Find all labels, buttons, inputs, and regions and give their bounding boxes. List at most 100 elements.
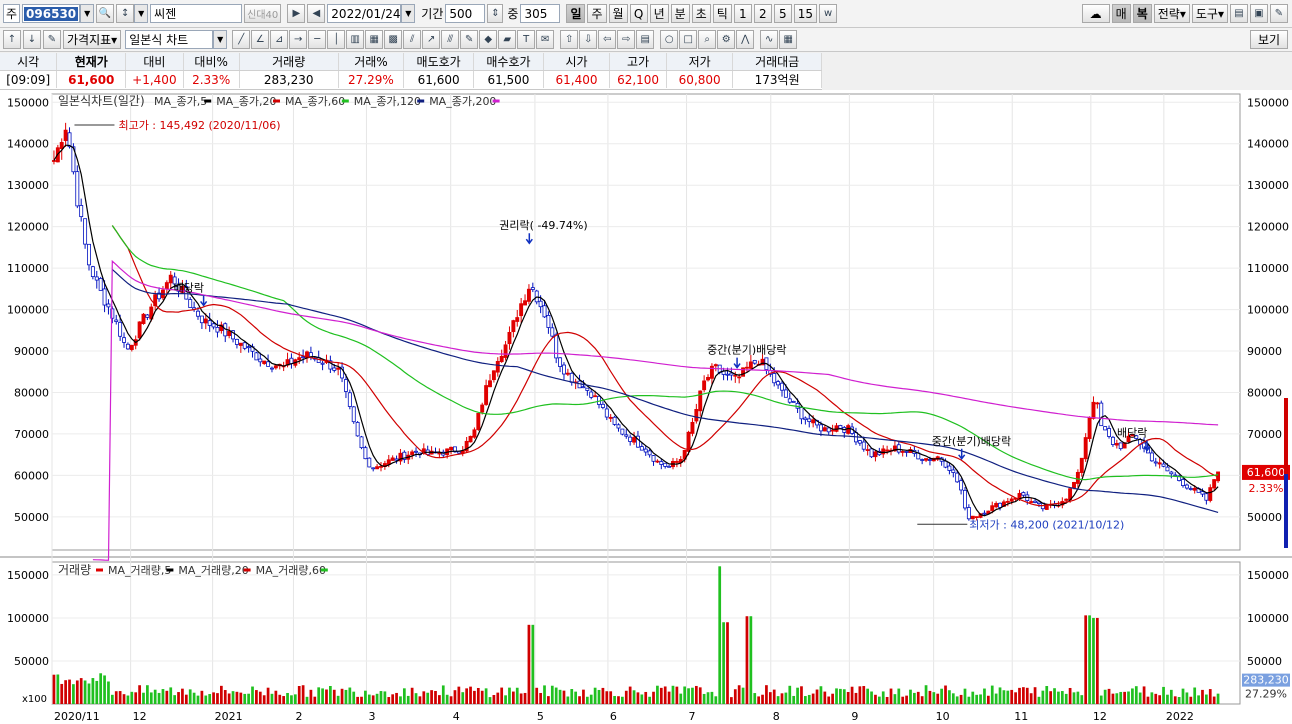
next-arrow-icon[interactable]: ▶ <box>287 4 306 23</box>
chart-type-select[interactable]: 일본식 차트 <box>125 30 214 49</box>
price-tick-label-right: 110000 <box>1247 262 1289 275</box>
zoom-tool-icon[interactable]: ⌕ <box>698 30 717 49</box>
date-dropdown-icon[interactable]: ▼ <box>401 4 416 23</box>
folder-icon[interactable]: ▤ <box>1230 4 1248 23</box>
calc-tool-icon[interactable]: ▦ <box>779 30 798 49</box>
volume-bar <box>679 693 683 704</box>
trend-tool-icon[interactable]: ⫽ <box>403 30 422 49</box>
candle-body <box>1033 500 1038 503</box>
timeframe-2[interactable]: 월 <box>608 4 628 23</box>
volume-bar <box>944 685 947 704</box>
timeframe-8[interactable]: 1 <box>733 4 752 23</box>
volume-bar <box>628 686 632 704</box>
buy-button[interactable]: 매 <box>1111 4 1131 23</box>
wave-icon[interactable]: w <box>819 4 838 23</box>
text-tool-icon[interactable]: T <box>517 30 536 49</box>
volume-bar <box>1006 690 1010 704</box>
volume-bar <box>959 694 963 704</box>
quote-value-6: 61,600 <box>403 70 475 88</box>
grid-tool-icon[interactable]: ▥ <box>346 30 365 49</box>
up-icon[interactable]: ↑ <box>3 30 21 49</box>
stock-name-field[interactable]: 씨젠 <box>150 4 243 23</box>
volume-bar <box>1115 693 1119 704</box>
main-toolbar: 주 096530 ▼ 🔍 ↕ ▼ 씨젠 신 대40 ▶ ◀ 2022/01/24 … <box>0 0 1292 28</box>
timeframe-5[interactable]: 분 <box>670 4 690 23</box>
parallel-tool-icon[interactable]: ⫻ <box>441 30 460 49</box>
left-tool-icon[interactable]: ⇦ <box>598 30 617 49</box>
volume-bar <box>461 692 465 704</box>
ray-tool-icon[interactable]: ↗ <box>422 30 441 49</box>
down-tool-icon[interactable]: ⇩ <box>579 30 598 49</box>
price-tick-label-right: 80000 <box>1247 386 1282 399</box>
prev-arrow-icon[interactable]: ◀ <box>307 4 326 23</box>
fib-tool-icon[interactable]: ▩ <box>384 30 403 49</box>
timeframe-10[interactable]: 5 <box>773 4 792 23</box>
pen-tool-icon[interactable]: ✎ <box>460 30 479 49</box>
rect-edit-tool-icon[interactable]: ▤ <box>636 30 655 49</box>
period-input[interactable]: 500 <box>445 4 486 23</box>
volume-bar <box>1138 692 1142 704</box>
volume-bar <box>718 566 722 704</box>
candle-body <box>628 436 633 442</box>
timeframe-4[interactable]: 년 <box>649 4 669 23</box>
color-tool-icon[interactable]: ◆ <box>479 30 498 49</box>
view-button[interactable]: 보기 <box>1250 30 1288 49</box>
indicator-button[interactable]: 가격지표 ▾ <box>63 30 122 49</box>
channel-tool-icon[interactable]: ▦ <box>365 30 384 49</box>
fan-tool-icon[interactable]: ⊿ <box>270 30 289 49</box>
cloud-icon[interactable]: ☁ <box>1081 4 1110 23</box>
timeframe-9[interactable]: 2 <box>753 4 772 23</box>
right-tool-icon[interactable]: ⇨ <box>617 30 636 49</box>
square-tool-icon[interactable]: □ <box>679 30 698 49</box>
circle-tool-icon[interactable]: ○ <box>660 30 679 49</box>
search-icon[interactable]: 🔍 <box>96 4 115 23</box>
fill-tool-icon[interactable]: ▰ <box>498 30 517 49</box>
timeframe-3[interactable]: Q <box>629 4 648 23</box>
note-tool-icon[interactable]: ✉ <box>536 30 555 49</box>
timeframe-1[interactable]: 주 <box>587 4 607 23</box>
stock-chart[interactable]: 2020/11 12 2021 2 3 4 5 6 7 8 9 10 11 12 2022 50000 5000… <box>0 90 1292 724</box>
sort-icon[interactable]: ↕ <box>116 4 135 23</box>
mountain-tool-icon[interactable]: ⋀ <box>736 30 755 49</box>
type-select[interactable]: 주 <box>3 4 21 23</box>
timeframe-7[interactable]: 틱 <box>712 4 732 23</box>
candle-body <box>706 377 710 381</box>
volume-bar <box>492 695 496 704</box>
up-tool-icon[interactable]: ⇧ <box>560 30 579 49</box>
edit-icon[interactable]: ✎ <box>43 30 61 49</box>
timeframe-11[interactable]: 15 <box>793 4 818 23</box>
line-tool-icon[interactable]: ╱ <box>232 30 251 49</box>
arrow-tool-icon[interactable]: → <box>289 30 308 49</box>
timeframe-0[interactable]: 일 <box>566 4 586 23</box>
timeframe-6[interactable]: 초 <box>691 4 711 23</box>
hline-tool-icon[interactable]: ─ <box>308 30 327 49</box>
mid-input[interactable]: 305 <box>520 4 561 23</box>
date-input[interactable]: 2022/01/24 <box>327 4 402 23</box>
down-icon[interactable]: ↓ <box>23 30 41 49</box>
vline-tool-icon[interactable]: │ <box>327 30 346 49</box>
strategy-button[interactable]: 전략 ▾ <box>1153 4 1190 23</box>
volume-bar <box>920 696 924 704</box>
candle-body <box>495 360 500 373</box>
quote-value-1: 61,600 <box>56 70 127 88</box>
dup-button[interactable]: 복 <box>1132 4 1152 23</box>
wave-tool-icon[interactable]: ∿ <box>760 30 779 49</box>
tools-button[interactable]: 도구 ▾ <box>1191 4 1228 23</box>
candle-body <box>748 361 753 369</box>
candle-body <box>359 436 364 449</box>
period-spin-icon[interactable]: ⇕ <box>487 4 504 23</box>
event-annotation: 중간(분기)배당락 <box>932 435 1011 448</box>
volume-bar <box>1169 689 1173 704</box>
chart-type-dropdown-icon[interactable]: ▼ <box>213 30 228 49</box>
settings-tool-icon[interactable]: ⚙ <box>717 30 736 49</box>
volume-panel <box>51 561 1241 705</box>
volume-bar <box>858 686 862 704</box>
volume-bar <box>601 687 605 704</box>
angle-tool-icon[interactable]: ∠ <box>251 30 270 49</box>
save-icon[interactable]: ▣ <box>1250 4 1268 23</box>
x-tick-label: 8 <box>773 710 780 723</box>
wrench-icon[interactable]: ✎ <box>1270 4 1288 23</box>
sort-dropdown-icon[interactable]: ▼ <box>134 4 149 23</box>
code-input[interactable]: 096530 <box>22 4 81 23</box>
code-dropdown-icon[interactable]: ▼ <box>80 4 95 23</box>
